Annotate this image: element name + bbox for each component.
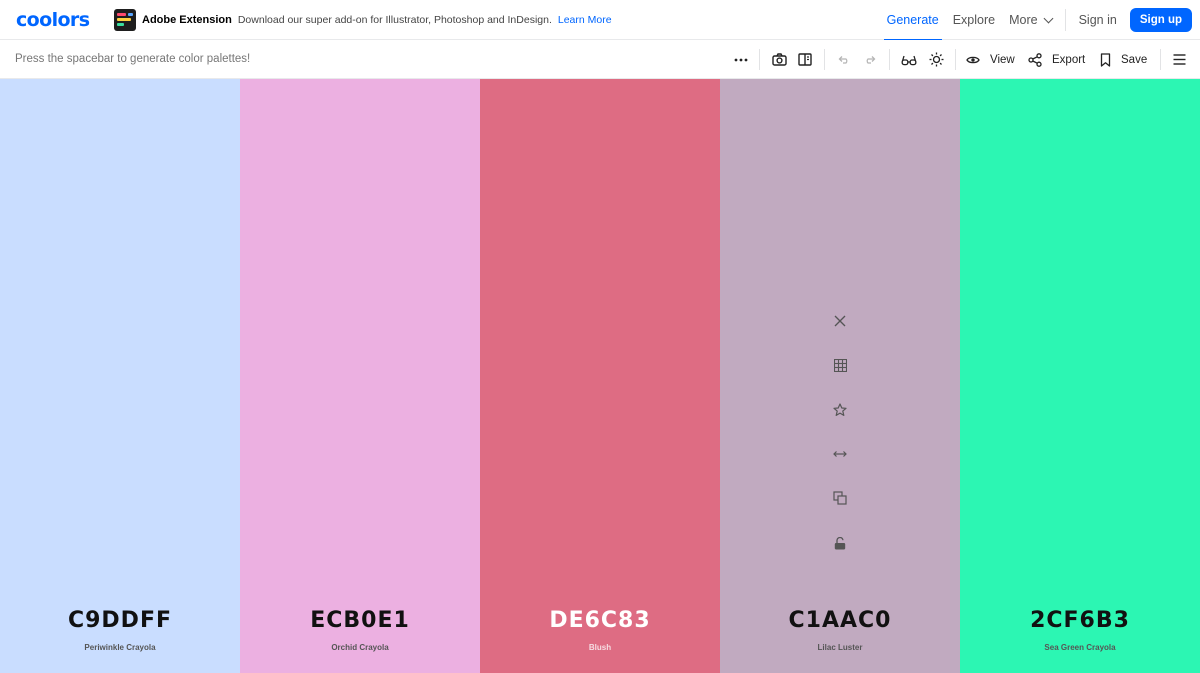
adobe-extension-icon: [114, 9, 136, 31]
eye-icon: [966, 56, 980, 63]
color-name: Orchid Crayola: [331, 643, 389, 652]
export-label: Export: [1052, 53, 1086, 66]
palette: C9DDFF Periwinkle Crayola ECB0E1 Orchid …: [0, 79, 1200, 673]
adobe-extension-banner: Adobe Extension Download our super add-o…: [114, 9, 612, 31]
toolbar-divider: [889, 49, 890, 70]
bookmark-icon: [1100, 52, 1111, 67]
learn-more-link[interactable]: Learn More: [558, 14, 612, 26]
remove-color-button[interactable]: [828, 309, 852, 333]
menu-button[interactable]: [1170, 40, 1188, 79]
sun-icon: [929, 52, 943, 67]
toolbar-divider: [824, 49, 825, 70]
star-icon: [833, 403, 847, 416]
color-name: Sea Green Crayola: [1044, 643, 1116, 652]
color-name: Blush: [588, 643, 612, 652]
toggle-lock-button[interactable]: [828, 531, 852, 555]
color-swatch[interactable]: DE6C83 Blush: [480, 79, 720, 673]
color-hex[interactable]: 2CF6B3: [960, 608, 1200, 633]
color-swatch[interactable]: 2CF6B3 Sea Green Crayola: [960, 79, 1200, 673]
glasses-icon: [901, 55, 917, 65]
undo-icon: [838, 56, 847, 64]
nav-explore[interactable]: Explore: [946, 0, 1002, 40]
export-button[interactable]: Export: [1028, 40, 1085, 79]
color-swatch[interactable]: ECB0E1 Orchid Crayola: [240, 79, 480, 673]
spacebar-hint: Press the spacebar to generate color pal…: [15, 53, 251, 65]
nav-generate[interactable]: Generate: [880, 0, 946, 41]
image-picker-button[interactable]: [769, 40, 789, 79]
grid-icon: [833, 358, 847, 372]
adjust-palette-button[interactable]: [926, 40, 946, 79]
color-swatch[interactable]: C1AAC0 Lilac Luster: [720, 79, 960, 673]
toolbar: Press the spacebar to generate color pal…: [0, 40, 1200, 79]
toolbar-divider: [759, 49, 760, 70]
copy-hex-button[interactable]: [828, 486, 852, 510]
view-button[interactable]: View: [966, 40, 1015, 79]
lock-icon: [834, 536, 846, 549]
redo-icon: [866, 56, 875, 64]
undo-button[interactable]: [834, 40, 852, 79]
adobe-extension-title: Adobe Extension: [142, 14, 232, 26]
toolbar-divider: [1160, 49, 1161, 70]
nav-more[interactable]: More: [1002, 0, 1058, 40]
layout-button[interactable]: [795, 40, 815, 79]
color-name: Periwinkle Crayola: [84, 643, 156, 652]
redo-button[interactable]: [861, 40, 879, 79]
nav-more-label: More: [1009, 13, 1038, 27]
nav-right: Generate Explore More Sign in Sign up: [880, 0, 1192, 41]
top-navbar: coolors Adobe Extension Download our sup…: [0, 0, 1200, 41]
drag-icon: [833, 451, 847, 457]
sign-up-button[interactable]: Sign up: [1129, 8, 1192, 32]
color-name: Lilac Luster: [817, 643, 863, 652]
color-hex[interactable]: ECB0E1: [240, 608, 480, 633]
save-color-button[interactable]: [828, 398, 852, 422]
camera-icon: [771, 53, 787, 66]
close-icon: [834, 315, 846, 327]
view-shades-button[interactable]: [828, 353, 852, 377]
more-options-button[interactable]: [731, 40, 751, 79]
drag-color-button[interactable]: [828, 442, 852, 466]
layout-icon: [798, 53, 812, 66]
color-hex[interactable]: C9DDFF: [0, 608, 240, 633]
sign-in-link[interactable]: Sign in: [1072, 0, 1124, 40]
more-icon: [734, 58, 748, 61]
color-blindness-button[interactable]: [899, 40, 919, 79]
copy-icon: [833, 491, 847, 505]
color-hex[interactable]: DE6C83: [480, 608, 720, 633]
coolors-logo[interactable]: coolors: [16, 9, 90, 31]
menu-icon: [1173, 54, 1185, 65]
chevron-down-icon: [1043, 13, 1054, 23]
toolbar-divider: [955, 49, 956, 70]
share-icon: [1028, 52, 1042, 67]
color-swatch[interactable]: C9DDFF Periwinkle Crayola: [0, 79, 240, 673]
save-button[interactable]: Save: [1100, 40, 1147, 79]
view-label: View: [990, 53, 1015, 66]
color-hex[interactable]: C1AAC0: [720, 608, 960, 633]
nav-divider: [1064, 9, 1066, 31]
adobe-extension-description: Download our super add-on for Illustrato…: [237, 14, 552, 26]
save-label: Save: [1121, 53, 1148, 66]
